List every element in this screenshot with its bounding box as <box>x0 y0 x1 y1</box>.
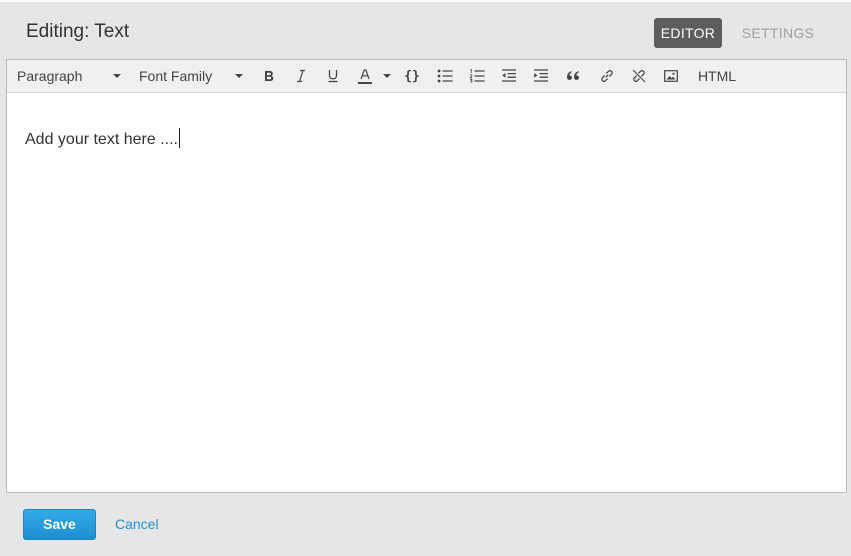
unlink-icon <box>631 68 647 84</box>
text-cursor <box>178 128 180 148</box>
insert-image-button[interactable] <box>661 60 681 92</box>
italic-button[interactable] <box>291 60 311 92</box>
save-button[interactable]: Save <box>23 509 96 540</box>
link-icon <box>599 68 615 84</box>
code-icon: {} <box>404 68 420 84</box>
indent-button[interactable] <box>531 60 551 92</box>
font-family-select-value: Font Family <box>139 68 213 84</box>
code-button[interactable]: {} <box>401 60 423 92</box>
underline-button[interactable] <box>323 60 343 92</box>
numbered-list-icon <box>469 69 485 83</box>
bold-icon <box>263 69 275 83</box>
text-color-button[interactable] <box>355 60 395 92</box>
bold-button[interactable] <box>259 60 279 92</box>
blockquote-button[interactable] <box>563 60 583 92</box>
outdent-button[interactable] <box>499 60 519 92</box>
bullet-list-icon <box>437 69 453 83</box>
italic-icon <box>295 69 307 83</box>
rich-text-editor: Paragraph Font Family {} HTML Add your t… <box>6 59 847 493</box>
underline-icon <box>327 69 339 83</box>
html-source-button[interactable]: HTML <box>695 60 739 92</box>
edit-text-dialog: Editing: Text EDITOR SETTINGS Paragraph … <box>0 0 851 556</box>
dialog-title: Editing: Text <box>26 21 130 42</box>
tab-settings[interactable]: SETTINGS <box>736 18 820 48</box>
chevron-down-icon <box>113 74 121 78</box>
chevron-down-icon <box>235 74 243 78</box>
link-button[interactable] <box>597 60 617 92</box>
top-edge <box>0 0 851 2</box>
tab-editor[interactable]: EDITOR <box>654 18 722 48</box>
text-color-icon <box>357 68 373 86</box>
numbered-list-button[interactable] <box>467 60 487 92</box>
unlink-button[interactable] <box>629 60 649 92</box>
blockquote-icon <box>566 70 580 82</box>
chevron-down-icon <box>383 74 391 78</box>
bullet-list-button[interactable] <box>435 60 455 92</box>
font-family-select[interactable]: Font Family <box>139 60 247 92</box>
image-icon <box>664 70 678 82</box>
format-select-value: Paragraph <box>17 68 83 84</box>
cancel-button[interactable]: Cancel <box>115 509 159 540</box>
editor-content-area[interactable]: Add your text here .... <box>25 128 180 151</box>
editor-text: Add your text here .... <box>25 131 178 148</box>
format-select[interactable]: Paragraph <box>17 60 125 92</box>
indent-icon <box>533 69 549 83</box>
editor-toolbar: Paragraph Font Family {} HTML <box>7 60 846 93</box>
outdent-icon <box>501 69 517 83</box>
html-label: HTML <box>697 68 737 84</box>
